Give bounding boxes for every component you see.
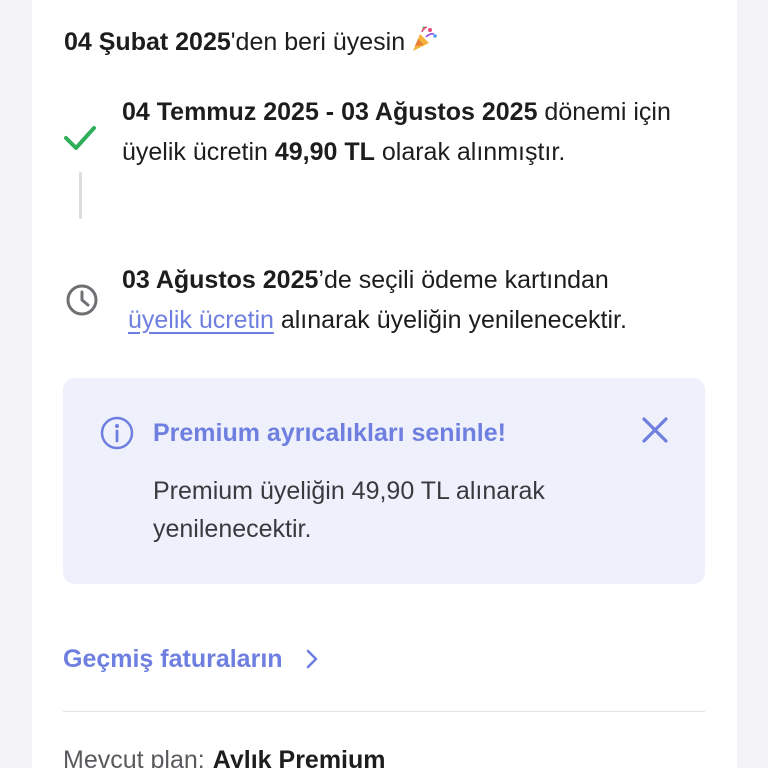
member-since-suffix: 'den beri üyesin bbox=[230, 28, 406, 56]
charged-period: 04 Temmuz 2025 - 03 Ağustos 2025 bbox=[122, 98, 538, 126]
charged-amount: 49,90 TL bbox=[274, 138, 375, 166]
renewal-date: 03 Ağustos 2025 bbox=[122, 266, 319, 294]
renewal-text-1: ’de seçili ödeme kartından bbox=[318, 266, 609, 294]
divider bbox=[63, 711, 705, 712]
current-plan-label: Mevcut plan: bbox=[63, 746, 205, 768]
member-since-text: 04 Şubat 2025'den beri üyesin bbox=[64, 22, 439, 66]
subscription-card: 04 Şubat 2025'den beri üyesin 04 Temmuz … bbox=[32, 0, 737, 768]
renewal-step-text: 03 Ağustos 2025’de seçili ödeme kartında… bbox=[122, 260, 722, 340]
info-icon bbox=[100, 416, 134, 450]
charged-step-text: 04 Temmuz 2025 - 03 Ağustos 2025 dönemi … bbox=[122, 92, 722, 172]
charged-text-2: olarak alınmıştır. bbox=[374, 138, 566, 166]
past-invoices-link[interactable]: Geçmiş faturaların bbox=[63, 640, 323, 678]
premium-info-banner: Premium ayrıcalıkları seninle! Premium ü… bbox=[63, 378, 705, 584]
clock-icon bbox=[66, 284, 98, 316]
party-popper-icon bbox=[409, 24, 439, 66]
current-plan: Mevcut plan: Aylık Premium bbox=[63, 740, 386, 768]
info-banner-title: Premium ayrıcalıkları seninle! bbox=[153, 419, 506, 447]
past-invoices-label: Geçmiş faturaların bbox=[63, 645, 283, 673]
chevron-right-icon bbox=[306, 649, 317, 669]
timeline-connector bbox=[79, 172, 82, 219]
renewal-text-2: alınarak üyeliğin yenilenecektir. bbox=[273, 306, 627, 334]
check-icon bbox=[64, 126, 96, 150]
member-since-date: 04 Şubat 2025 bbox=[64, 28, 231, 56]
membership-fee-link[interactable]: üyelik ücretin bbox=[128, 306, 274, 334]
info-banner-body: Premium üyeliğin 49,90 TL alınarak yenil… bbox=[153, 477, 545, 543]
current-plan-value: Aylık Premium bbox=[212, 746, 386, 768]
close-icon[interactable] bbox=[637, 412, 673, 448]
